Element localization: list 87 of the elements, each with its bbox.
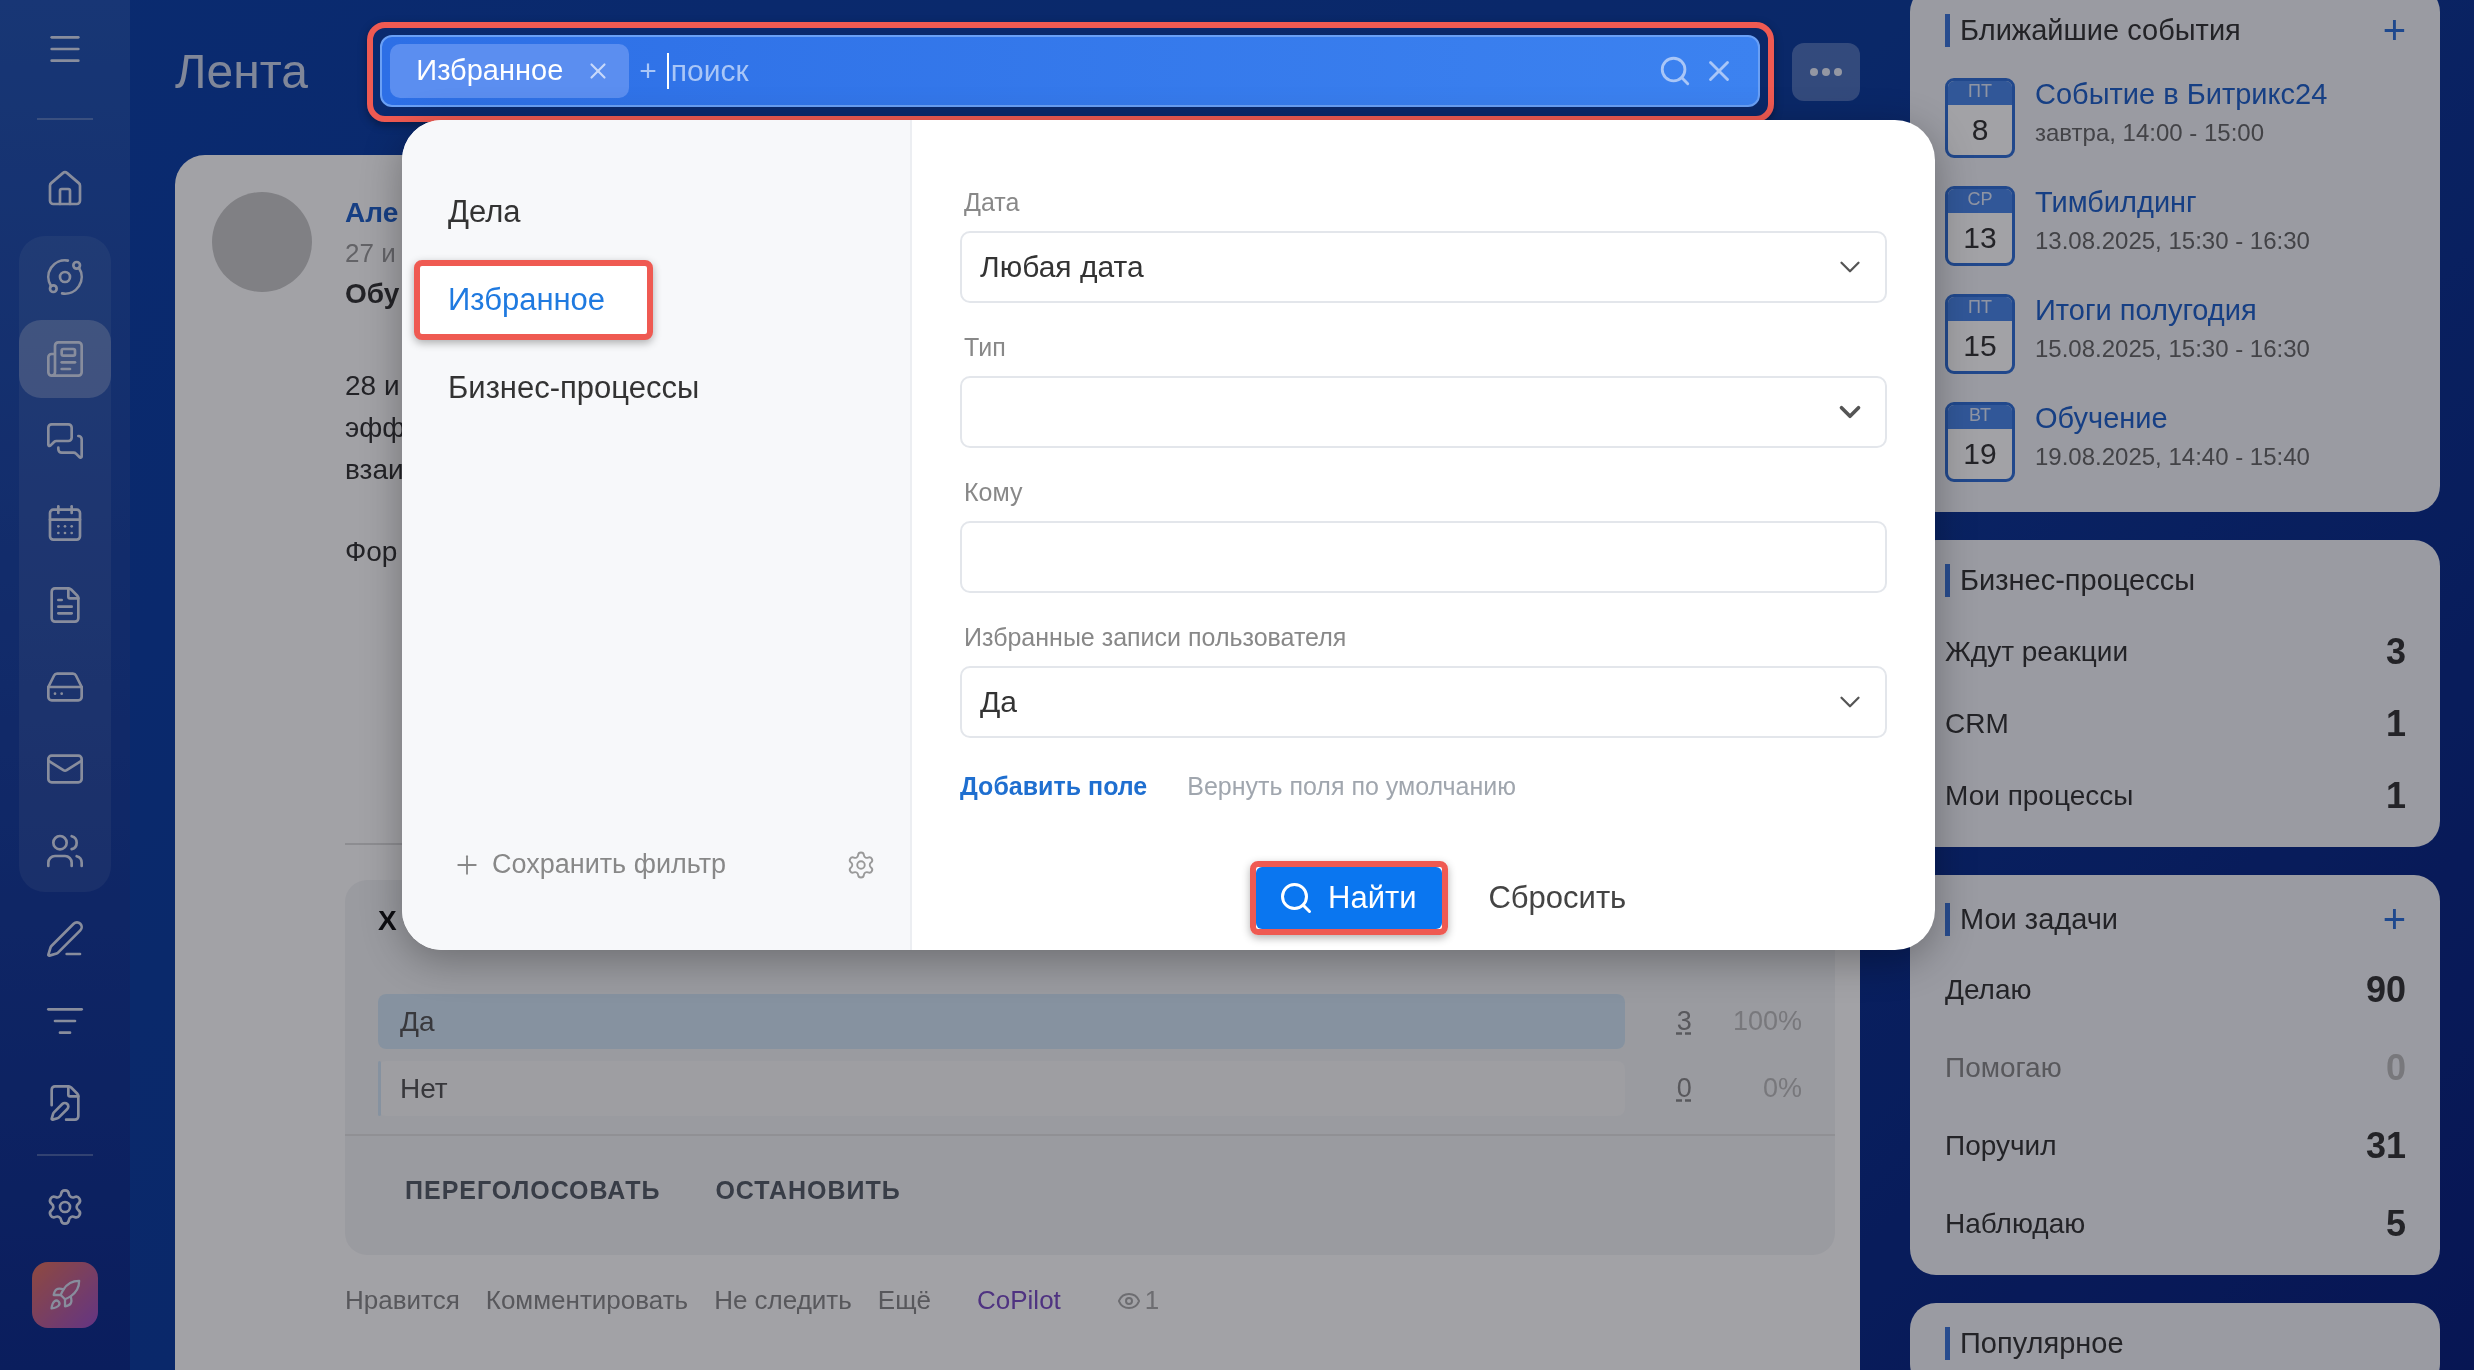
post-author: Але — [345, 196, 399, 230]
day-number: 13 — [1963, 221, 1997, 255]
stat-label[interactable]: Мои процессы — [1945, 780, 2134, 812]
stat-label[interactable]: Поручил — [1945, 1130, 2057, 1162]
poll-option[interactable]: Да — [378, 994, 1626, 1049]
pen-icon — [45, 919, 85, 959]
filter-preset[interactable]: Дела — [414, 172, 569, 252]
post-action-link[interactable]: Комментировать — [485, 1285, 689, 1316]
field-label: Дата — [964, 188, 1021, 217]
settings-button[interactable] — [846, 849, 876, 880]
filter-preset[interactable]: Избранное — [414, 260, 654, 340]
weekday-label: ВТ — [1948, 405, 2012, 429]
stat-count: 1 — [2385, 703, 2406, 745]
weekday-label: ПТ — [1948, 81, 2012, 105]
post-text: Фор — [345, 535, 398, 569]
copilot-link[interactable]: CoPilot — [977, 1285, 1061, 1316]
select-field[interactable]: Да — [960, 666, 1887, 738]
stat-label[interactable]: Ждут реакции — [1945, 636, 2129, 668]
stat-count: 3 — [2385, 631, 2406, 673]
post-action-link[interactable]: Нравится — [345, 1285, 460, 1316]
add-button[interactable]: + — [2382, 10, 2406, 50]
event-time: 15.08.2025, 15:30 - 16:30 — [2035, 335, 2310, 363]
rocket-icon — [48, 1278, 82, 1312]
widget-title: Бизнес-процессы — [1945, 564, 2406, 597]
stat-count: 90 — [2365, 969, 2406, 1011]
event-time: 19.08.2025, 14:40 - 15:40 — [2035, 443, 2310, 471]
page-title: Лента — [175, 44, 309, 99]
poll-title: Х — [378, 904, 397, 938]
filter-preset[interactable]: Бизнес-процессы — [414, 348, 748, 428]
search-icon — [1278, 880, 1314, 916]
add-button[interactable]: + — [2382, 899, 2406, 939]
widget-title: Популярное — [1945, 1327, 2406, 1360]
chat-icon — [45, 421, 85, 461]
add-field-link[interactable]: Добавить поле — [960, 772, 1148, 801]
vote-count[interactable]: 0 — [1645, 1073, 1724, 1104]
option-label: Да — [399, 1005, 435, 1038]
input-field[interactable] — [960, 521, 1887, 593]
stat-label[interactable]: CRM — [1945, 708, 2009, 740]
event-time: завтра, 14:00 - 15:00 — [2035, 119, 2266, 147]
post-date: 27 и — [345, 237, 396, 270]
select-field[interactable]: Любая дата — [960, 231, 1887, 303]
stat-label[interactable]: Помогаю — [1945, 1052, 2062, 1084]
weekday-label: ПТ — [1948, 297, 2012, 321]
field-label: Кому — [964, 478, 1024, 507]
reset-button[interactable]: Сбросить — [1488, 880, 1627, 916]
post-title: Обу — [345, 277, 400, 311]
event-link[interactable]: Обучение — [2035, 402, 2310, 435]
stat-count: 5 — [2385, 1203, 2406, 1245]
post-action-link[interactable]: Ещё — [877, 1285, 931, 1316]
event-link[interactable]: Тимбилдинг — [2035, 186, 2310, 219]
poll-action-button[interactable]: ОСТАНОВИТЬ — [715, 1176, 901, 1205]
stat-label[interactable]: Делаю — [1945, 974, 2032, 1006]
filter-tag[interactable]: Избранное — [390, 43, 630, 98]
post-text: взаи — [345, 453, 404, 487]
day-number: 19 — [1963, 437, 1997, 471]
vote-count[interactable]: 3 — [1645, 1006, 1724, 1037]
save-filter-button[interactable]: Сохранить фильтр — [452, 849, 727, 880]
widget-title: Мои задачи — [1945, 902, 2118, 936]
select-field[interactable] — [960, 376, 1887, 448]
day-number: 15 — [1963, 329, 1997, 363]
stat-label[interactable]: Наблюдаю — [1945, 1208, 2086, 1240]
widget-title: Ближайшие события — [1945, 13, 2241, 47]
newspaper-icon — [45, 339, 85, 379]
settings-icon — [846, 849, 876, 880]
weekday-label: СР — [1948, 189, 2012, 213]
field-label: Избранные записи пользователя — [964, 623, 1348, 652]
stat-count: 31 — [2365, 1125, 2406, 1167]
event-link[interactable]: Итоги полугодия — [2035, 294, 2310, 327]
field-label: Тип — [964, 333, 1007, 362]
find-button[interactable]: Найти — [1256, 867, 1443, 929]
search-bar[interactable]: Избранное + поиск — [380, 34, 1761, 107]
post-action-link[interactable]: Не следить — [714, 1285, 852, 1316]
post-text: эфф — [345, 411, 406, 445]
poll-action-button[interactable]: ПЕРЕГОЛОСОВАТЬ — [405, 1176, 661, 1205]
stat-count: 1 — [2385, 775, 2406, 817]
day-number: 8 — [1971, 113, 1989, 147]
event-time: 13.08.2025, 15:30 - 16:30 — [2035, 227, 2310, 255]
add-sign: + — [639, 53, 657, 88]
post-text: 28 и — [345, 369, 400, 403]
orbit-icon — [45, 257, 85, 297]
rocket-button[interactable] — [32, 1262, 98, 1328]
search-field[interactable]: поиск — [666, 52, 1649, 89]
poll-option[interactable]: Нет — [378, 1061, 1626, 1116]
restore-fields-link[interactable]: Вернуть поля по умолчанию — [1187, 772, 1517, 801]
tag-label: Избранное — [416, 54, 564, 87]
option-label: Нет — [399, 1072, 448, 1105]
event-link[interactable]: Событие в Битрикс24 — [2035, 78, 2328, 111]
